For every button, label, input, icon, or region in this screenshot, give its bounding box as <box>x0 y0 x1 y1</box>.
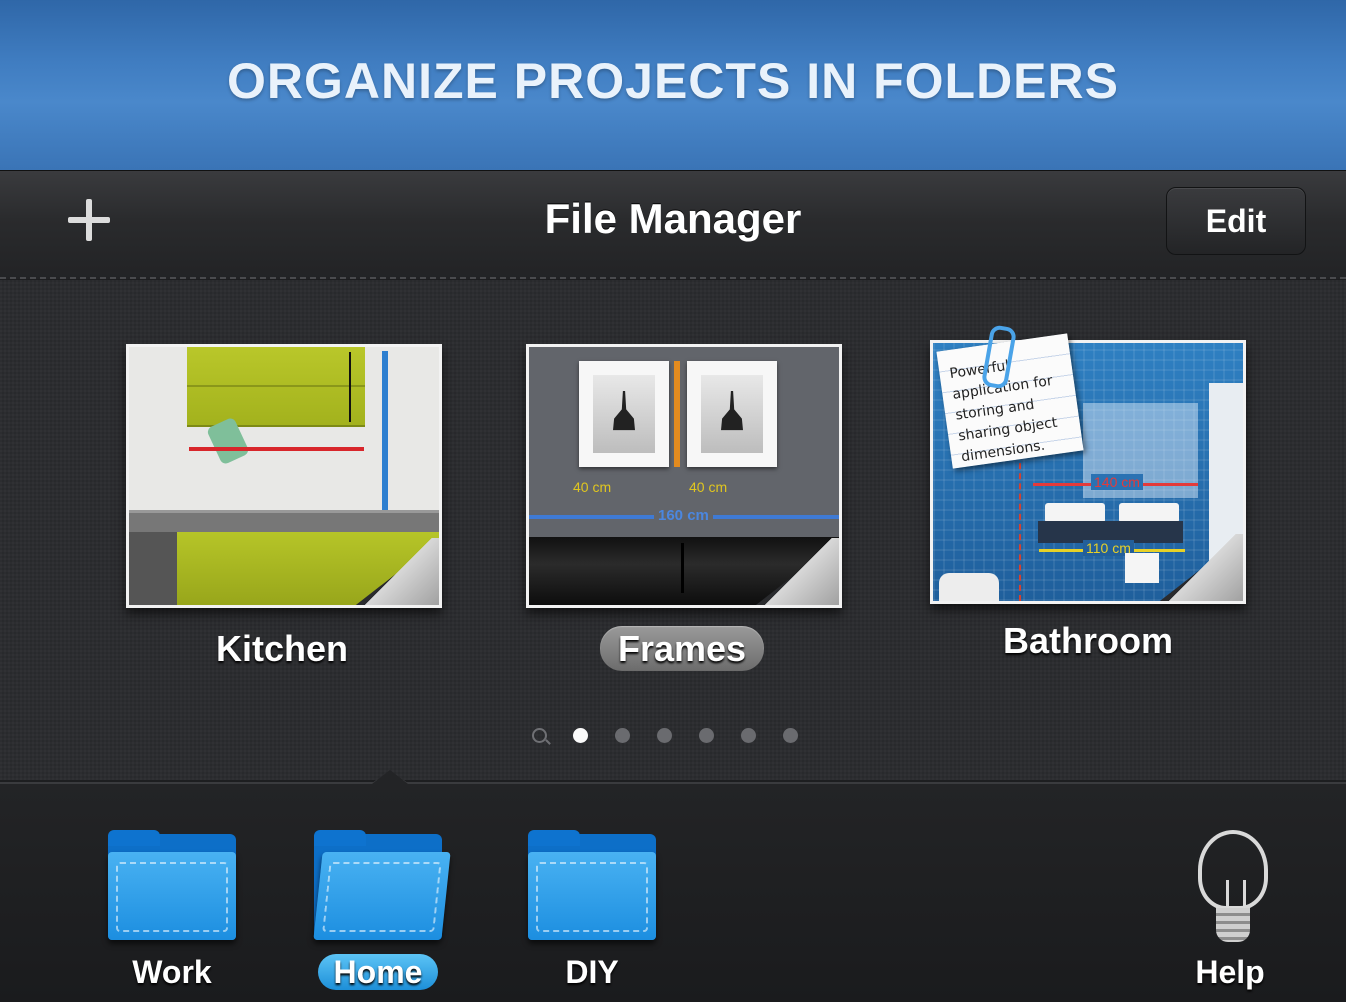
project-name: Bathroom <box>1003 620 1173 661</box>
banner-title: ORGANIZE PROJECTS IN FOLDERS <box>227 53 1119 109</box>
folder-icon <box>528 852 656 940</box>
page-dot-3[interactable] <box>657 728 672 743</box>
page-dot-6[interactable] <box>783 728 798 743</box>
selection-pointer <box>371 769 409 784</box>
project-name: Frames <box>472 626 892 671</box>
measurement-line <box>382 351 388 511</box>
folder-diy[interactable]: DIY <box>522 830 662 1000</box>
page-dot-4[interactable] <box>699 728 714 743</box>
project-name: Kitchen <box>215 628 348 669</box>
page-dot-5[interactable] <box>741 728 756 743</box>
page-title: File Manager <box>544 195 802 242</box>
edit-button[interactable]: Edit <box>1166 187 1306 255</box>
folder-label: DIY <box>565 954 619 990</box>
promo-banner: ORGANIZE PROJECTS IN FOLDERS <box>0 0 1346 170</box>
help-button[interactable]: Help <box>1140 790 1330 1000</box>
measurement-label: 160 cm <box>654 507 713 524</box>
folder-icon <box>313 852 451 940</box>
page-curl <box>352 538 439 605</box>
page-curl <box>1156 534 1243 601</box>
measurement-line <box>674 361 680 467</box>
folder-work[interactable]: Work <box>102 830 242 1000</box>
measurement-label: 40 cm <box>689 479 728 495</box>
page-dot-1[interactable] <box>573 728 588 743</box>
help-label: Help <box>1195 954 1265 990</box>
page-dot-2[interactable] <box>615 728 630 743</box>
project-thumbnail: 40 cm 40 cm 160 cm <box>526 344 842 608</box>
navigation-bar: File Manager Edit <box>0 170 1346 279</box>
project-thumbnail <box>126 344 442 608</box>
page-curl <box>752 538 839 605</box>
folder-label: Home <box>288 954 468 991</box>
folder-label: Work <box>132 954 212 990</box>
folder-icon <box>108 852 236 940</box>
measurement-label: 40 cm <box>573 479 612 495</box>
search-icon[interactable] <box>532 728 547 743</box>
page-indicator <box>0 726 1346 746</box>
measurement-label: 140 cm <box>1091 474 1143 490</box>
lightbulb-icon <box>1198 830 1268 910</box>
folder-home[interactable]: Home <box>308 830 451 1000</box>
measurement-line <box>189 447 364 451</box>
